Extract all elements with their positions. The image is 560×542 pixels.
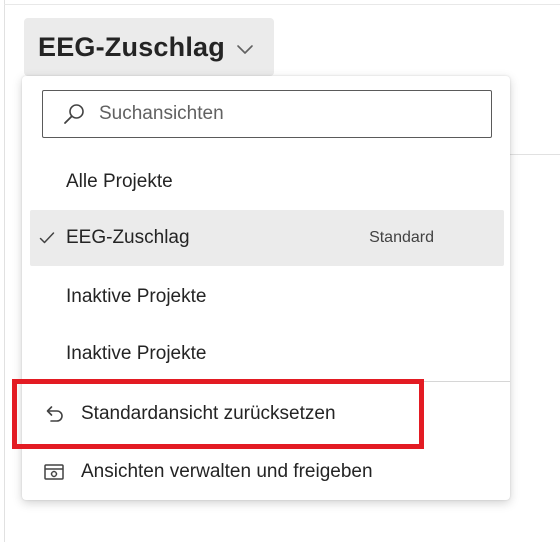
view-item-label: Inaktive Projekte bbox=[66, 343, 207, 364]
view-selector-label: EEG-Zuschlag bbox=[38, 31, 225, 62]
view-item-label: Inaktive Projekte bbox=[66, 286, 207, 307]
reset-default-view-button[interactable]: Standardansicht zurücksetzen bbox=[30, 388, 504, 440]
view-item-label: EEG-Zuschlag bbox=[66, 227, 190, 248]
view-selector-button[interactable]: EEG-Zuschlag bbox=[24, 18, 274, 76]
menu-divider bbox=[22, 381, 510, 382]
chevron-down-icon bbox=[235, 39, 255, 59]
search-box bbox=[42, 90, 492, 138]
view-item-inaktive-projekte-2[interactable]: Inaktive Projekte bbox=[30, 326, 504, 382]
background-frame-edge bbox=[4, 0, 5, 542]
search-input[interactable] bbox=[99, 99, 479, 129]
view-item-inaktive-projekte[interactable]: Inaktive Projekte bbox=[30, 269, 504, 325]
manage-views-icon bbox=[42, 460, 66, 484]
manage-views-label: Ansichten verwalten und freigeben bbox=[81, 461, 373, 482]
manage-views-button[interactable]: Ansichten verwalten und freigeben bbox=[30, 446, 504, 498]
view-item-eeg-zuschlag[interactable]: EEG-Zuschlag Standard bbox=[30, 210, 504, 266]
undo-icon bbox=[42, 402, 66, 426]
view-item-alle-projekte[interactable]: Alle Projekte bbox=[30, 154, 504, 210]
view-item-label: Alle Projekte bbox=[66, 171, 173, 192]
default-view-badge: Standard bbox=[369, 229, 434, 246]
checkmark-icon bbox=[39, 231, 55, 245]
background-frame-top-edge bbox=[4, 4, 560, 5]
search-icon bbox=[63, 103, 85, 125]
reset-default-view-label: Standardansicht zurücksetzen bbox=[81, 403, 336, 424]
view-dropdown-panel: Alle Projekte EEG-Zuschlag Standard Inak… bbox=[22, 76, 510, 500]
